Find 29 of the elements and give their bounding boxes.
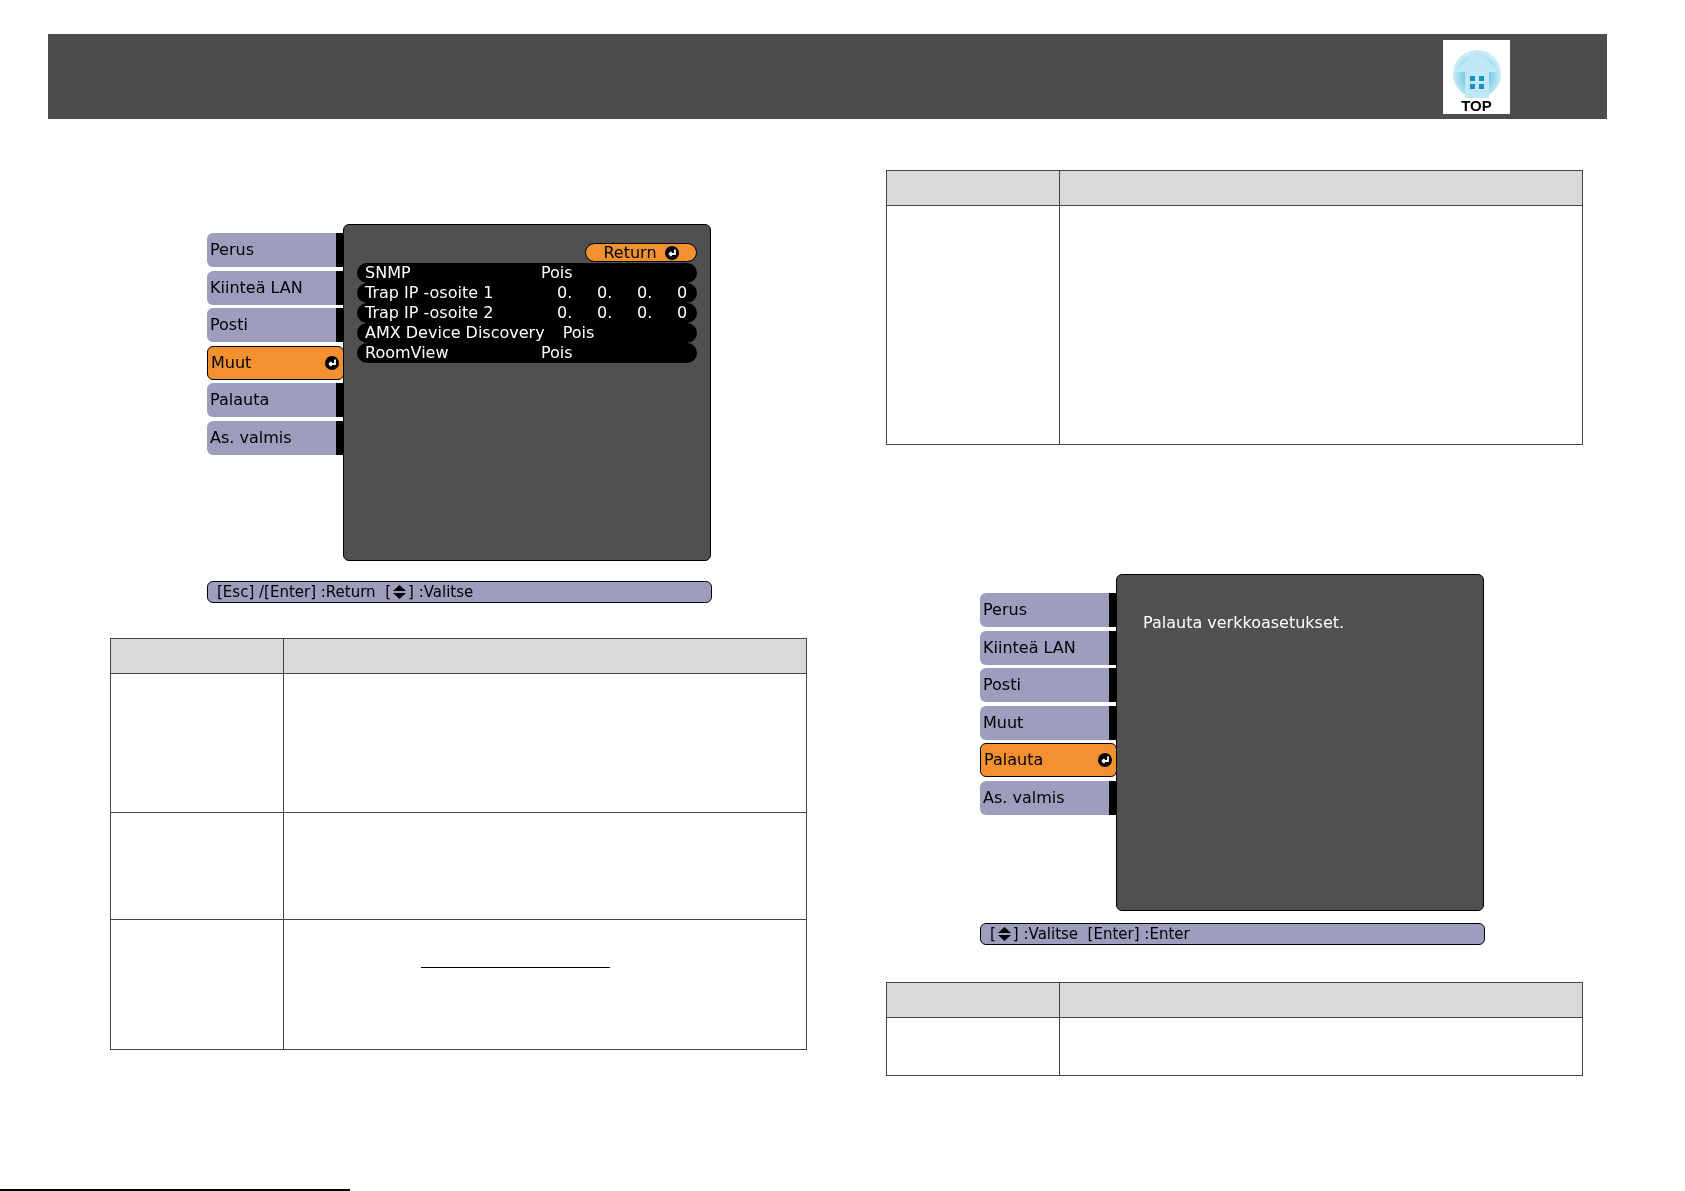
- menu-tab[interactable]: As. valmis: [207, 420, 344, 455]
- menu-tab[interactable]: Posti: [980, 668, 1117, 702]
- menu-row[interactable]: SNMP Pois: [357, 263, 697, 283]
- help-text: ] :Valitse [Enter] :Enter: [1012, 923, 1190, 945]
- menu-tab[interactable]: Muut: [207, 345, 344, 380]
- menu-row[interactable]: AMX Device Discovery Pois: [357, 323, 697, 343]
- menu-tab[interactable]: Kiinteä LAN: [207, 270, 344, 305]
- menu-row[interactable]: Trap IP -osoite 1 0. 0. 0. 0: [357, 283, 697, 303]
- help-text: [: [990, 923, 996, 945]
- menu-tab[interactable]: As. valmis: [980, 780, 1117, 815]
- menu-row[interactable]: Trap IP -osoite 2 0. 0. 0. 0: [357, 303, 697, 323]
- menu-tab[interactable]: Perus: [980, 593, 1117, 627]
- message-text: Palauta verkkoasetukset.: [1143, 612, 1346, 634]
- enter-icon: [664, 245, 679, 260]
- up-down-arrow-icon: [393, 585, 407, 599]
- up-down-arrow-icon: [997, 927, 1011, 941]
- help-text: [Esc] /[Enter] :Return [: [217, 581, 392, 603]
- menu-tab[interactable]: Perus: [207, 233, 344, 267]
- enter-icon: [1098, 753, 1112, 767]
- menu-tab[interactable]: Palauta: [207, 383, 344, 417]
- menu-row[interactable]: RoomView Pois: [357, 343, 697, 363]
- return-button[interactable]: Return: [585, 243, 697, 262]
- menu-tab[interactable]: Posti: [207, 308, 344, 342]
- enter-icon: [325, 355, 339, 370]
- menu-tab[interactable]: Kiinteä LAN: [980, 630, 1117, 665]
- help-text: ] :Valitse: [408, 581, 474, 603]
- menu-tab[interactable]: Muut: [980, 705, 1117, 740]
- menu-tab[interactable]: Palauta: [980, 743, 1117, 777]
- top-button[interactable]: TOP: [1443, 40, 1510, 114]
